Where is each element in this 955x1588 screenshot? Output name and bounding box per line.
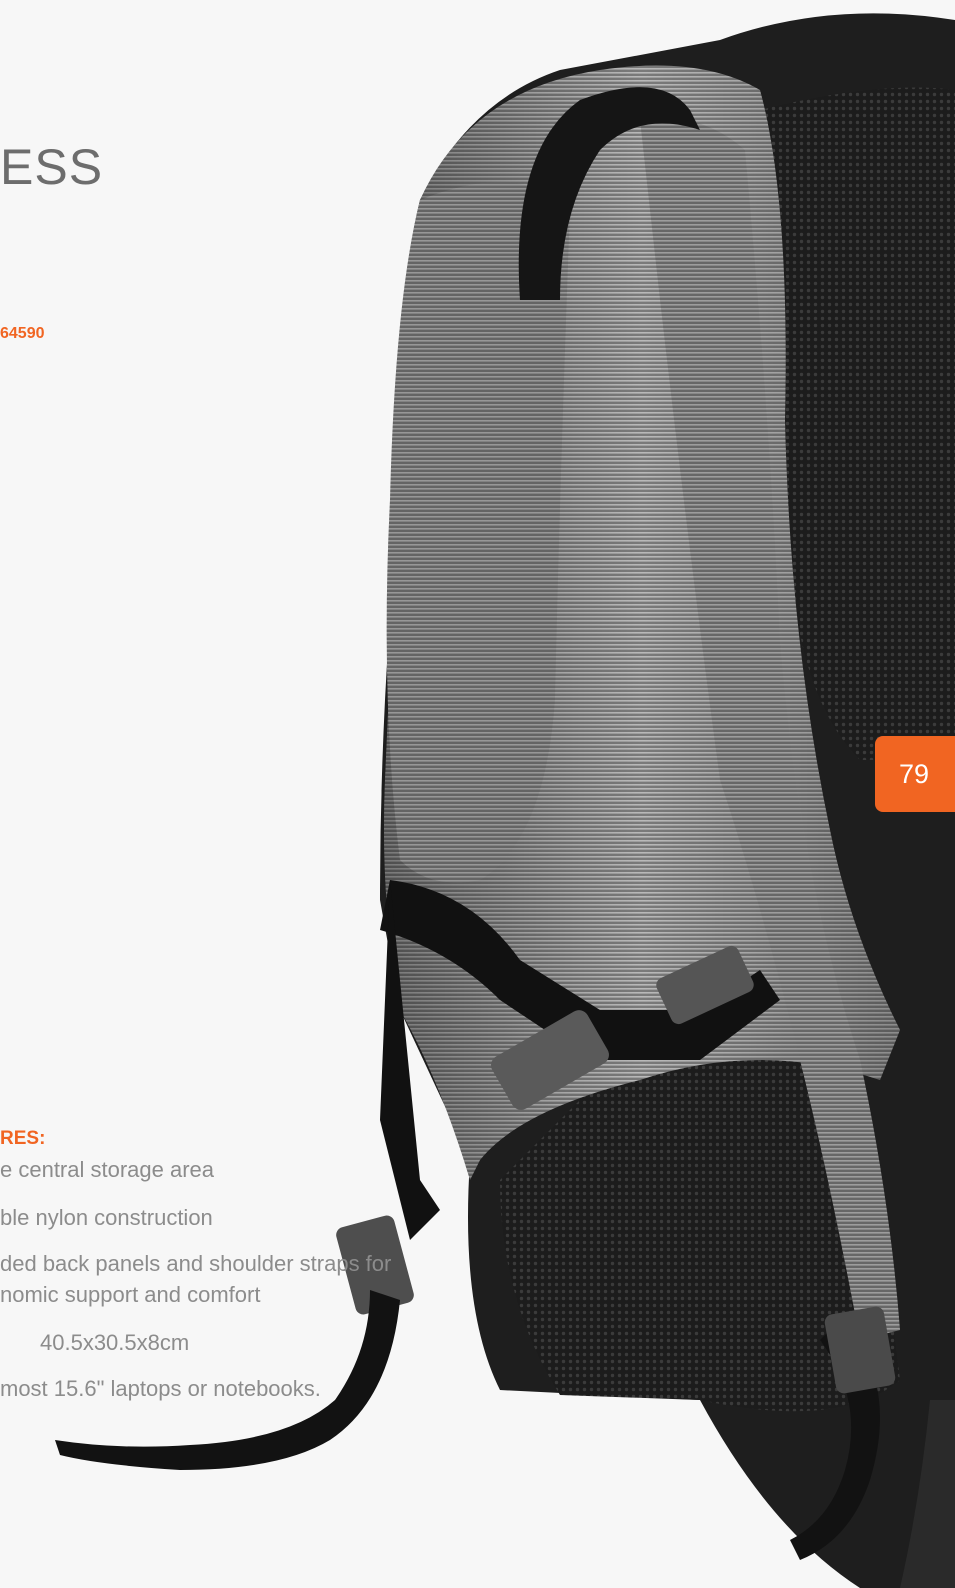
features-heading: RES: [0, 1128, 46, 1149]
page-number-tab: 79 [875, 736, 955, 812]
feature-item: e central storage area [0, 1157, 215, 1182]
product-title: ESS [0, 139, 104, 195]
feature-item: nomic support and comfort [0, 1282, 261, 1307]
feature-item: ble nylon construction [0, 1205, 213, 1230]
feature-item: most 15.6" laptops or notebooks. [0, 1376, 321, 1401]
feature-item: 40.5x30.5x8cm [40, 1330, 190, 1355]
feature-item: ded back panels and shoulder straps for [0, 1251, 392, 1276]
product-code: 64590 [0, 325, 45, 342]
catalog-page: ESS 64590 79 RES: e central storage area… [0, 0, 955, 1588]
